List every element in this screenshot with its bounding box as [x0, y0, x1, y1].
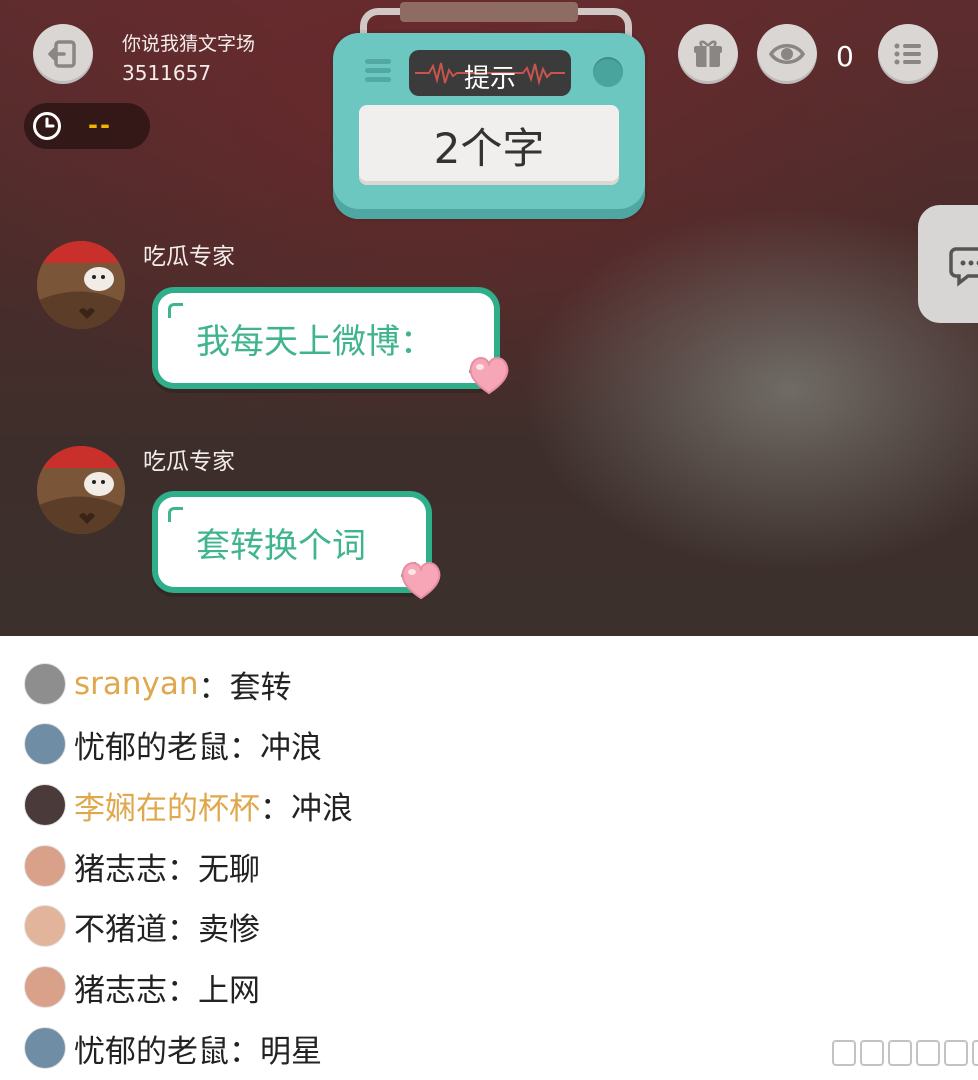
guess-separator: ： [198, 669, 230, 706]
avatar[interactable] [37, 241, 125, 329]
guess-row: 猪志志 ： 无聊 [24, 838, 260, 894]
menu-button[interactable] [878, 24, 938, 84]
guess-text: 上网 [198, 972, 260, 1009]
room-name: 你说我猜文字场 [122, 33, 256, 55]
heart-icon [401, 562, 441, 600]
guess-user-name[interactable]: 不猪道 [74, 904, 167, 949]
guess-user-name[interactable]: 猪志志 [74, 844, 167, 889]
viewers-button[interactable] [757, 24, 817, 84]
guess-separator: ： [167, 911, 198, 948]
guess-row: sranyan ： 套转 [24, 656, 292, 712]
viewer-count: 0 [836, 40, 854, 73]
guess-separator: ： [167, 851, 198, 888]
guess-text: 明星 [260, 1033, 322, 1070]
guess-user-name[interactable]: 忧郁的老鼠 [74, 722, 229, 767]
timer-pill: -- [24, 103, 150, 149]
avatar[interactable] [37, 446, 125, 534]
watermark [832, 1040, 978, 1066]
hint-label-screen: 提示 [409, 50, 571, 96]
guess-row: 忧郁的老鼠 ： 冲浪 [24, 716, 322, 772]
message-bubble: 我每天上微博： [152, 287, 500, 389]
guess-row: 忧郁的老鼠 ： 明星 [24, 1020, 322, 1076]
guess-separator: ： [229, 729, 260, 766]
hint-label: 提示 [463, 64, 516, 94]
hint-panel: 2个字 [359, 105, 619, 185]
guess-separator: ： [229, 1033, 260, 1070]
user-avatar[interactable] [24, 723, 66, 765]
message-sender: 吃瓜专家 [143, 244, 235, 270]
hint-value: 2个字 [433, 123, 545, 173]
exit-button[interactable] [33, 24, 93, 84]
guess-user-name[interactable]: sranyan [74, 666, 199, 702]
gift-button[interactable] [678, 24, 738, 84]
user-avatar[interactable] [24, 784, 66, 826]
eye-icon [768, 35, 806, 73]
exit-icon [46, 37, 80, 71]
speaker-grill [365, 59, 391, 87]
message-bubble: 套转换个词 [152, 491, 432, 593]
clock-icon [32, 111, 62, 141]
guess-list: sranyan ： 套转 忧郁的老鼠 ： 冲浪 李娴在的杯杯 ： 冲浪 猪志志 … [0, 636, 978, 1080]
knob-icon [593, 57, 623, 87]
user-avatar[interactable] [24, 1027, 66, 1069]
guess-separator: ： [260, 790, 291, 827]
guess-row: 李娴在的杯杯 ： 冲浪 [24, 777, 353, 833]
message-text: 我每天上微博： [158, 293, 494, 383]
guess-text: 无聊 [198, 851, 260, 888]
guess-text: 冲浪 [291, 790, 353, 827]
user-avatar[interactable] [24, 663, 66, 705]
guess-row: 不猪道 ： 卖惨 [24, 898, 260, 954]
guess-text: 卖惨 [198, 911, 260, 948]
guess-user-name[interactable]: 李娴在的杯杯 [74, 783, 260, 828]
message-text: 套转换个词 [158, 497, 426, 587]
message-sender: 吃瓜专家 [143, 449, 235, 475]
room-id: 3511657 [122, 61, 212, 85]
user-avatar[interactable] [24, 966, 66, 1008]
hint-box: 提示 2个字 [333, 33, 645, 219]
guess-row: 猪志志 ： 上网 [24, 959, 260, 1015]
user-avatar[interactable] [24, 905, 66, 947]
guess-text: 冲浪 [260, 729, 322, 766]
user-avatar[interactable] [24, 845, 66, 887]
gift-icon [691, 37, 725, 71]
timer-value: -- [88, 111, 112, 139]
game-area: 你说我猜文字场 3511657 -- 提示 2个字 0 吃瓜专家 我每天上微博：… [0, 0, 978, 636]
guess-user-name[interactable]: 忧郁的老鼠 [74, 1026, 229, 1071]
guess-separator: ： [167, 972, 198, 1009]
chat-bubble-icon [948, 241, 978, 291]
guess-text: 套转 [229, 669, 292, 706]
guess-user-name[interactable]: 猪志志 [74, 965, 167, 1010]
list-menu-icon [891, 37, 925, 71]
hint-box-handle-bar [400, 2, 578, 22]
chat-side-button[interactable] [918, 205, 978, 323]
heart-icon [469, 357, 509, 395]
